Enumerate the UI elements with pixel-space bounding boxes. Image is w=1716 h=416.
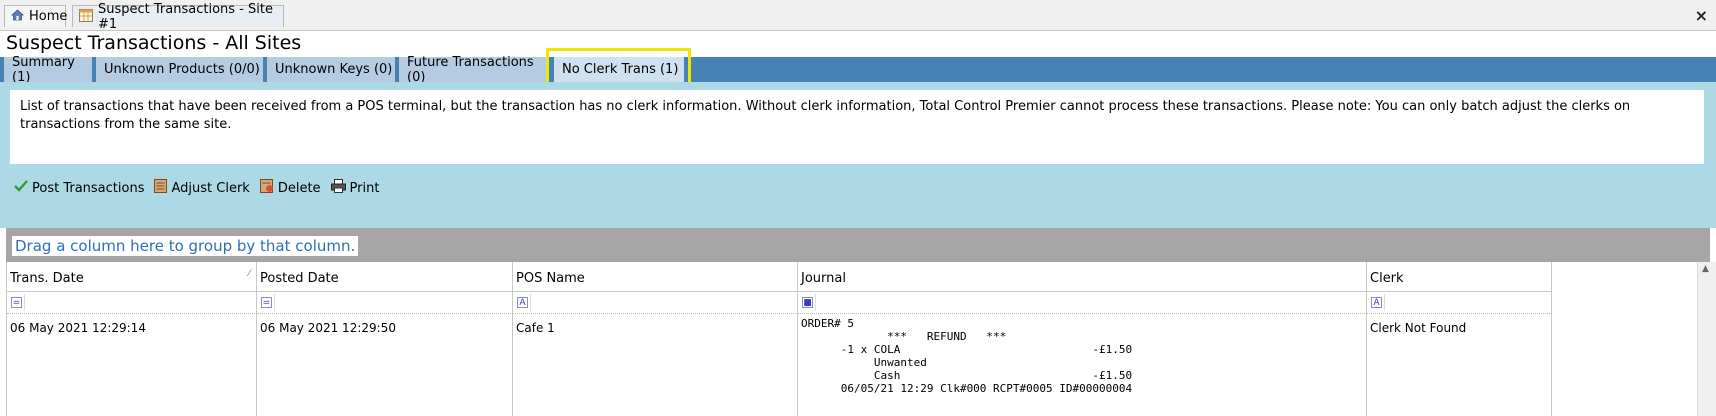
column-header-label: Trans. Date bbox=[10, 271, 84, 286]
column-header-posted-date[interactable]: Posted Date bbox=[257, 262, 513, 292]
filter-text-icon[interactable]: A bbox=[1371, 297, 1382, 308]
filter-input[interactable] bbox=[274, 294, 510, 311]
filter-equals-icon[interactable]: = bbox=[261, 297, 272, 308]
filter-input[interactable] bbox=[530, 294, 795, 311]
grid-icon bbox=[79, 8, 93, 25]
adjust-clerk-icon bbox=[154, 179, 168, 197]
post-transactions-label: Post Transactions bbox=[32, 180, 145, 196]
delete-label: Delete bbox=[277, 180, 321, 196]
tab-label: No Clerk Trans (1) bbox=[562, 62, 679, 77]
column-header-trans-date[interactable]: Trans. Date ⁄ bbox=[7, 262, 257, 292]
cell-posted-date[interactable]: 06 May 2021 12:29:50 bbox=[257, 314, 513, 416]
column-header-label: Clerk bbox=[1370, 271, 1404, 286]
tab-label: Future Transactions (0) bbox=[407, 54, 534, 85]
tab-description: List of transactions that have been rece… bbox=[10, 90, 1704, 164]
tab-content-panel: List of transactions that have been rece… bbox=[0, 82, 1716, 228]
filter-text-icon[interactable]: A bbox=[517, 297, 528, 308]
column-header-label: POS Name bbox=[516, 271, 585, 286]
doc-tab-label: Home bbox=[29, 9, 68, 24]
filter-checkbox-icon[interactable]: ■ bbox=[802, 297, 813, 308]
toolbar: Post Transactions Adjust Clerk Delete Pr… bbox=[14, 178, 389, 198]
adjust-clerk-label: Adjust Clerk bbox=[171, 180, 250, 196]
filter-cell-posted-date[interactable]: = bbox=[257, 292, 513, 314]
filter-cell-pos-name[interactable]: A bbox=[513, 292, 798, 314]
home-icon bbox=[10, 9, 25, 24]
page-title: Suspect Transactions - All Sites bbox=[6, 32, 302, 54]
column-header-pos-name[interactable]: POS Name bbox=[513, 262, 798, 292]
column-header-clerk[interactable]: Clerk bbox=[1367, 262, 1552, 292]
tab-label: Unknown Keys (0) bbox=[275, 62, 393, 77]
sub-tab-bar: Summary (1) Unknown Products (0/0) Unkno… bbox=[0, 54, 1716, 85]
doc-tab-home[interactable]: Home bbox=[4, 5, 68, 27]
delete-button[interactable]: Delete bbox=[259, 179, 321, 197]
scroll-up-icon[interactable]: ▲ bbox=[1702, 264, 1709, 274]
close-icon[interactable]: × bbox=[1695, 6, 1708, 25]
group-by-hint: Drag a column here to group by that colu… bbox=[12, 236, 359, 256]
filter-input[interactable] bbox=[1384, 294, 1549, 311]
filter-cell-trans-date[interactable]: = bbox=[7, 292, 257, 314]
sort-icon: ⁄ bbox=[248, 269, 250, 279]
journal-text: ORDER# 5 *** REFUND *** -1 x COLA -£1.50… bbox=[801, 317, 1133, 395]
column-header-label: Journal bbox=[801, 271, 846, 286]
cell-journal[interactable]: ORDER# 5 *** REFUND *** -1 x COLA -£1.50… bbox=[798, 314, 1367, 416]
filter-cell-journal[interactable]: ■ bbox=[798, 292, 1367, 314]
doc-tab-suspect-transactions[interactable]: Suspect Transactions - Site #1 bbox=[72, 2, 284, 32]
printer-icon bbox=[330, 179, 346, 197]
cell-pos-name[interactable]: Cafe 1 bbox=[513, 314, 798, 416]
vertical-scrollbar[interactable]: ▲ bbox=[1697, 262, 1716, 416]
group-by-panel[interactable]: Drag a column here to group by that colu… bbox=[6, 228, 1710, 262]
filter-equals-icon[interactable]: = bbox=[11, 297, 22, 308]
print-button[interactable]: Print bbox=[330, 179, 380, 197]
tab-label: Unknown Products (0/0) bbox=[104, 62, 260, 77]
adjust-clerk-button[interactable]: Adjust Clerk bbox=[154, 179, 250, 197]
delete-icon bbox=[259, 179, 274, 197]
column-header-journal[interactable]: Journal bbox=[798, 262, 1367, 292]
transactions-grid: Trans. Date ⁄ Posted Date POS Name Journ… bbox=[6, 262, 1711, 416]
cell-trans-date[interactable]: 06 May 2021 12:29:14 bbox=[7, 314, 257, 416]
filter-cell-clerk[interactable]: A bbox=[1367, 292, 1552, 314]
tab-label: Summary (1) bbox=[12, 54, 75, 85]
document-tab-strip: Home Suspect Transactions - Site #1 × bbox=[0, 0, 1716, 32]
column-header-label: Posted Date bbox=[260, 271, 339, 286]
tab-unknown-products[interactable]: Unknown Products (0/0) bbox=[96, 57, 267, 82]
post-transactions-button[interactable]: Post Transactions bbox=[14, 180, 144, 196]
checkmark-icon bbox=[14, 180, 28, 196]
doc-tab-label: Suspect Transactions - Site #1 bbox=[98, 1, 273, 32]
tab-unknown-keys[interactable]: Unknown Keys (0) bbox=[267, 57, 399, 82]
filter-input[interactable] bbox=[24, 294, 254, 311]
print-label: Print bbox=[349, 180, 380, 196]
cell-clerk[interactable]: Clerk Not Found bbox=[1367, 314, 1552, 416]
filter-input[interactable] bbox=[815, 294, 1364, 311]
tab-future-transactions[interactable]: Future Transactions (0) bbox=[399, 54, 552, 85]
tab-summary[interactable]: Summary (1) bbox=[4, 54, 96, 85]
tab-no-clerk-trans[interactable]: No Clerk Trans (1) bbox=[554, 57, 688, 82]
